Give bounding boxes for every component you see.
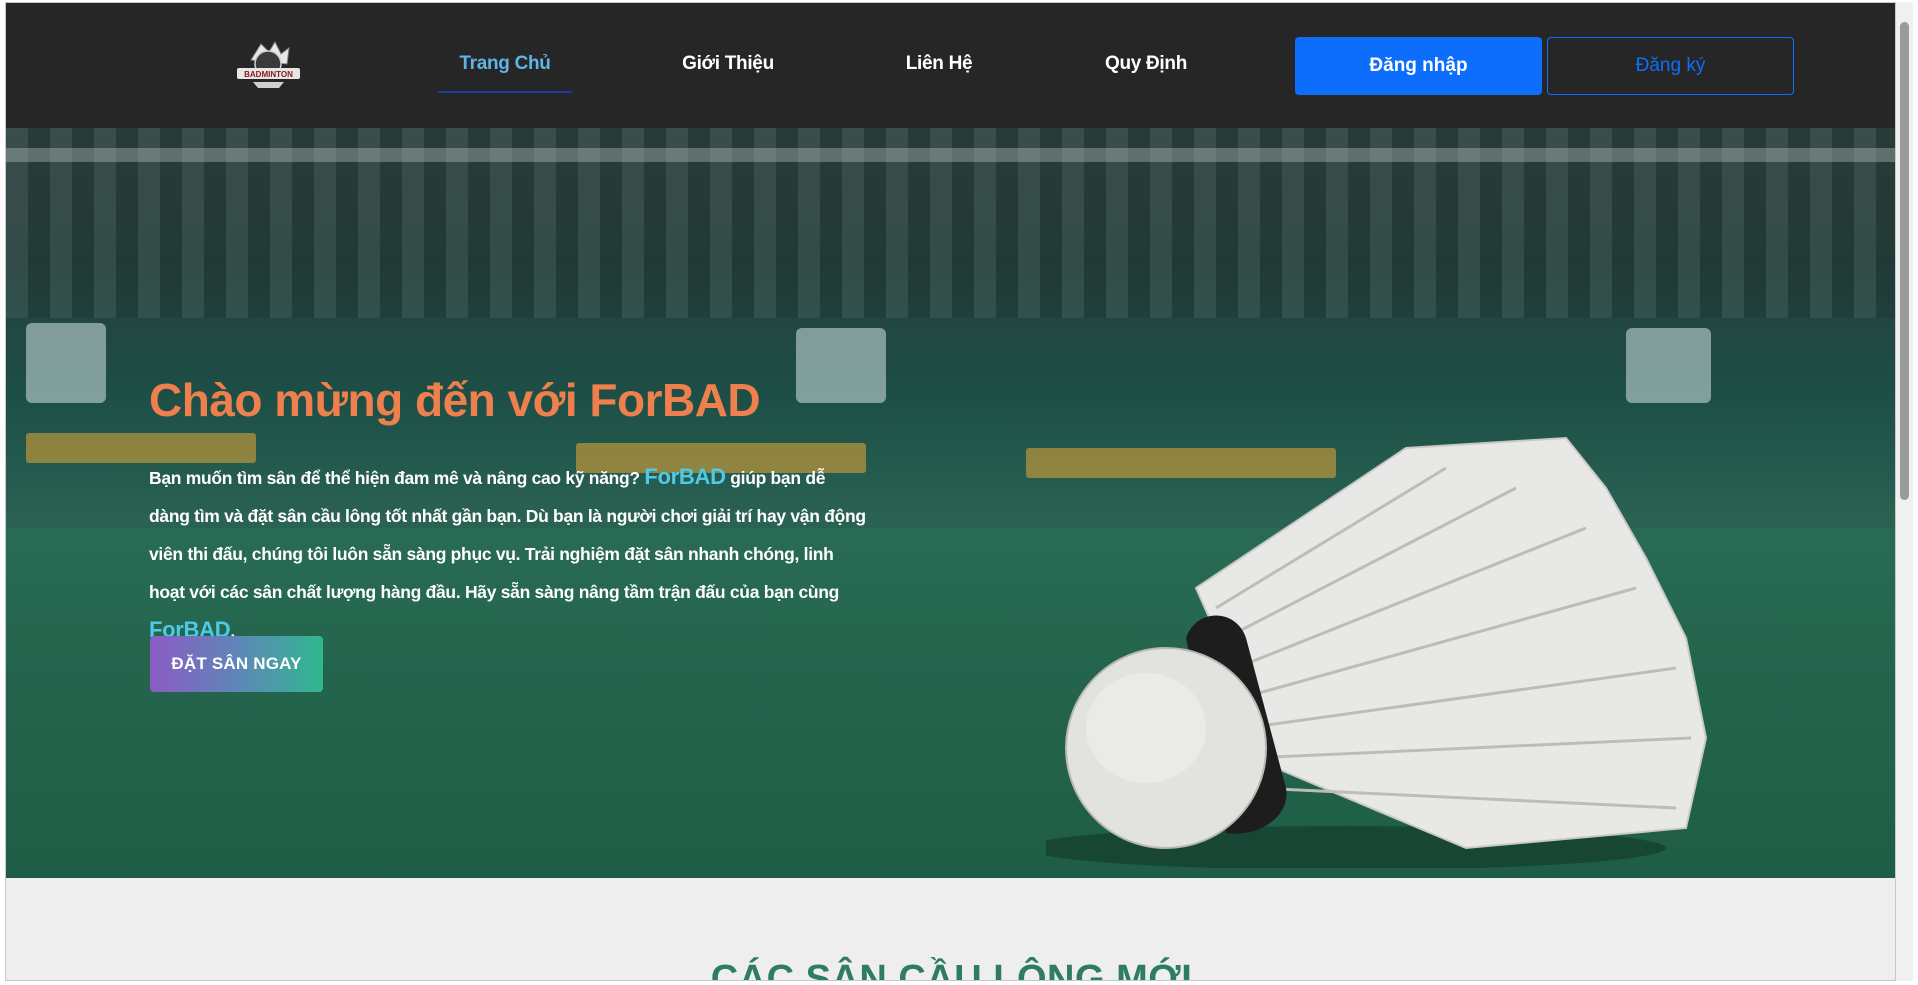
- navbar: BADMINTON Trang Chủ Giới Thiệu Liên Hệ Q…: [6, 3, 1895, 128]
- hero-section: Chào mừng đến với ForBAD Bạn muốn tìm sâ…: [6, 128, 1895, 878]
- nav-lien-he[interactable]: Liên Hệ: [872, 53, 1006, 83]
- hero-background-rail: [6, 148, 1895, 162]
- badminton-logo[interactable]: BADMINTON: [231, 38, 306, 93]
- nav-quy-dinh[interactable]: Quy Định: [1079, 53, 1213, 83]
- hero-description: Bạn muốn tìm sân để thể hiện đam mê và n…: [149, 458, 869, 650]
- nav-trang-chu[interactable]: Trang Chủ: [438, 53, 572, 83]
- nav-active-underline: [438, 91, 572, 93]
- section-divider-left: [339, 980, 569, 981]
- section-divider-right: [1334, 980, 1564, 981]
- brand-name: ForBAD: [644, 464, 726, 489]
- vertical-scrollbar[interactable]: [1896, 2, 1913, 981]
- shuttlecock-image: [1046, 436, 1708, 868]
- hero-description-part2: giúp bạn dễ dàng tìm và đặt sân cầu lông…: [149, 468, 866, 602]
- background-window: [796, 328, 886, 403]
- page-frame: Chào mừng đến với ForBAD Bạn muốn tìm sâ…: [5, 2, 1896, 981]
- hero-title: Chào mừng đến với ForBAD: [149, 374, 761, 426]
- scrollbar-thumb[interactable]: [1900, 22, 1909, 500]
- register-button[interactable]: Đăng ký: [1547, 37, 1794, 95]
- background-window: [26, 323, 106, 403]
- book-now-button[interactable]: ĐẶT SÂN NGAY: [150, 636, 323, 692]
- logo-text: BADMINTON: [244, 70, 293, 79]
- hero-description-part1: Bạn muốn tìm sân để thể hiện đam mê và n…: [149, 468, 645, 488]
- login-button[interactable]: Đăng nhập: [1295, 37, 1542, 95]
- background-window: [1626, 328, 1711, 403]
- nav-gioi-thieu[interactable]: Giới Thiệu: [661, 53, 795, 83]
- section-title-new-courts: CÁC SÂN CẦU LÔNG MỚI: [710, 958, 1193, 981]
